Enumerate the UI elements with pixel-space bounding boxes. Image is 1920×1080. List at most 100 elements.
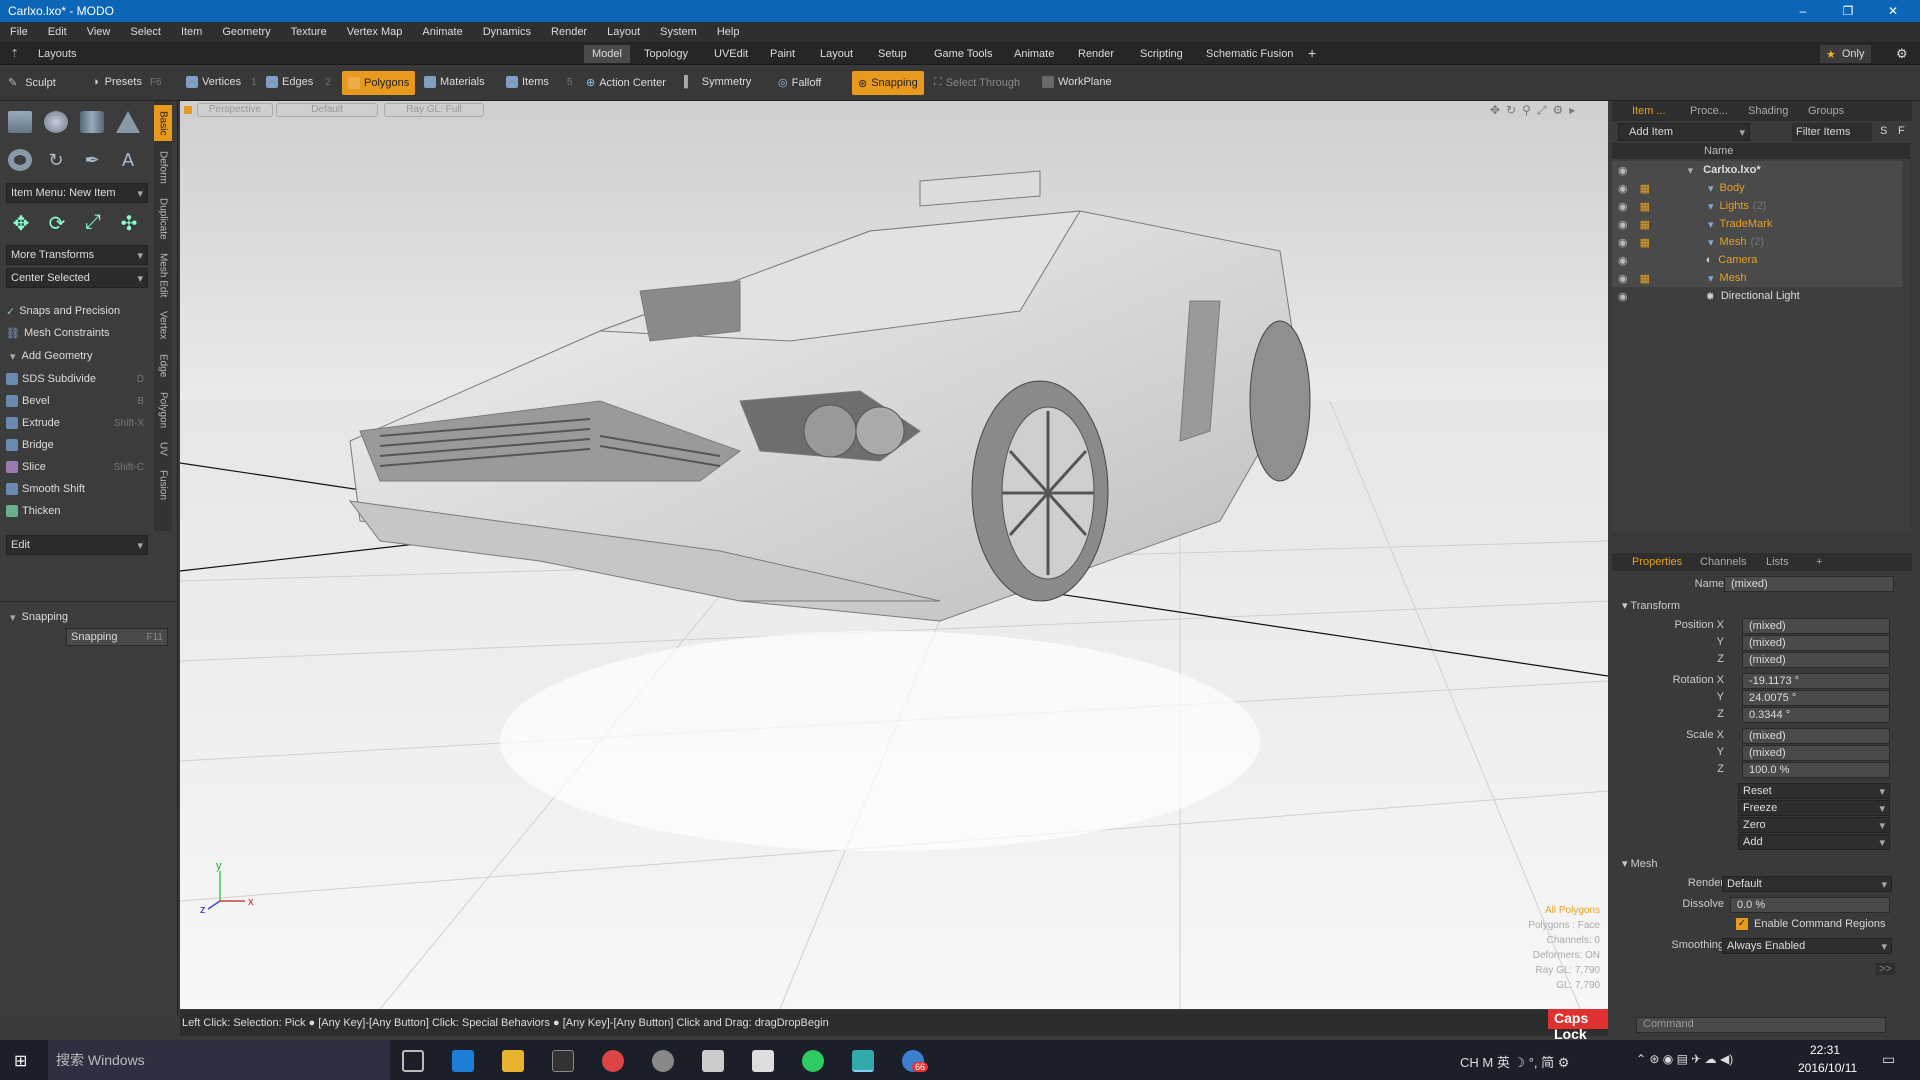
tool-smooth-shift[interactable]: Smooth Shift [6, 479, 148, 499]
tab-topology[interactable]: Topology [636, 45, 696, 63]
edges-button[interactable]: Edges 2 [266, 76, 331, 88]
windows-start-icon[interactable]: ⊞ [14, 1051, 27, 1071]
lock-icon[interactable]: ▦ [1640, 236, 1650, 249]
items-button[interactable]: Items 5 [506, 76, 572, 88]
rotation-z-field[interactable]: 0.3344 ° [1742, 707, 1890, 723]
workplane-button[interactable]: WorkPlane [1042, 76, 1112, 88]
menu-file[interactable]: File [0, 26, 38, 38]
scale-icon[interactable]: ⤢ [80, 211, 106, 237]
vtab-polygon[interactable]: Polygon [154, 387, 172, 433]
clock-time[interactable]: 22:31 [1810, 1043, 1840, 1057]
lock-icon[interactable]: ▦ [1640, 218, 1650, 231]
menu-select[interactable]: Select [120, 26, 171, 38]
tool-sds-subdivide[interactable]: SDS Subdivide D [6, 369, 148, 389]
menu-edit[interactable]: Edit [38, 26, 77, 38]
vtab-basic[interactable]: Basic [154, 105, 172, 141]
edit-dropdown[interactable]: Edit [6, 535, 148, 555]
rotation-y-field[interactable]: 24.0075 ° [1742, 690, 1890, 706]
menu-animate[interactable]: Animate [412, 26, 472, 38]
cylinder-icon[interactable] [80, 111, 104, 133]
tab-animate[interactable]: Animate [1006, 45, 1062, 63]
gear-icon[interactable]: ⚙ [1896, 45, 1908, 63]
sphere-icon[interactable] [44, 111, 68, 133]
tab-game-tools[interactable]: Game Tools [926, 45, 1001, 63]
menu-view[interactable]: View [77, 26, 121, 38]
eye-icon[interactable]: ◉ [1618, 254, 1628, 267]
pan-icon[interactable]: ✥ [1490, 103, 1500, 118]
lock-icon[interactable]: ▦ [1640, 272, 1650, 285]
tab-render[interactable]: Render [1070, 45, 1122, 63]
more-button[interactable]: >> [1876, 963, 1895, 975]
vtab-deform[interactable]: Deform [154, 145, 172, 189]
zoom-icon[interactable]: ⚲ [1522, 103, 1531, 118]
menu-render[interactable]: Render [541, 26, 597, 38]
scale-z-field[interactable]: 100.0 % [1742, 762, 1890, 778]
task-view-icon[interactable] [402, 1050, 424, 1072]
tab-groups[interactable]: Groups [1808, 105, 1844, 117]
search-box[interactable]: 搜索 Windows [48, 1040, 390, 1080]
unity-icon[interactable] [702, 1050, 724, 1072]
eye-icon[interactable]: ◉ [1618, 218, 1628, 231]
tool-bevel[interactable]: Bevel B [6, 391, 148, 411]
view-type-button[interactable]: Perspective [197, 103, 273, 117]
materials-button[interactable]: Materials [424, 76, 485, 88]
lock-icon[interactable]: ▦ [1640, 200, 1650, 213]
snapping-button[interactable]: ⊛ Snapping [852, 71, 924, 95]
shading-mode-button[interactable]: Default [276, 103, 378, 117]
name-field[interactable]: (mixed) [1724, 576, 1894, 592]
scale-x-field[interactable]: (mixed) [1742, 728, 1890, 744]
orbit-icon[interactable]: ↻ [1506, 103, 1516, 118]
transform-header[interactable]: ▾ Transform [1622, 599, 1680, 612]
tree-row-trademark[interactable]: ◉ ▦ ▾ TradeMark [1612, 215, 1902, 233]
cone-icon[interactable] [116, 111, 140, 133]
unity-icon-2[interactable] [752, 1050, 774, 1072]
more-transforms-dropdown[interactable]: More Transforms [6, 245, 148, 265]
tab-shading[interactable]: Shading [1748, 105, 1788, 117]
vtab-fusion[interactable]: Fusion [154, 465, 172, 505]
tab-properties[interactable]: Properties [1632, 556, 1682, 568]
eye-icon[interactable]: ◉ [1618, 290, 1628, 303]
sculpt-button[interactable]: ✎ Sculpt [8, 76, 56, 90]
enable-command-regions-checkbox[interactable]: ✓ Enable Command Regions [1736, 918, 1885, 930]
tree-row-root[interactable]: ◉ ▾ Carlxo.lxo* [1612, 161, 1902, 179]
menu-dynamics[interactable]: Dynamics [473, 26, 541, 38]
tray-icons[interactable]: ⌃ ⊛ ◉ ▤ ✈ ☁ ◀) [1636, 1052, 1733, 1066]
symmetry-button[interactable]: ▌ Symmetry [684, 76, 751, 88]
add-geometry-header[interactable]: ▾ Add Geometry [10, 346, 152, 366]
eye-icon[interactable]: ◉ [1618, 200, 1628, 213]
tree-row-mesh-2[interactable]: ◉ ▦ ▾ Mesh [1612, 269, 1902, 287]
smoothing-dropdown[interactable]: Always Enabled [1722, 938, 1892, 954]
tool-extrude[interactable]: Extrude Shift-X [6, 413, 148, 433]
position-y-field[interactable]: (mixed) [1742, 635, 1890, 651]
cube-icon[interactable] [8, 111, 32, 133]
tree-row-body[interactable]: ◉ ▦ ▾ Body [1612, 179, 1902, 197]
mesh-constraints-button[interactable]: ⛓ Mesh Constraints [6, 323, 148, 343]
clock-date[interactable]: 2016/10/11 [1798, 1061, 1857, 1075]
tab-schematic-fusion[interactable]: Schematic Fusion [1198, 45, 1301, 63]
modo-icon[interactable] [852, 1050, 874, 1072]
rotation-x-field[interactable]: -19.1173 ° [1742, 673, 1890, 689]
menu-help[interactable]: Help [707, 26, 750, 38]
tab-layout[interactable]: Layout [812, 45, 861, 63]
eye-icon[interactable]: ◉ [1618, 236, 1628, 249]
app-icon[interactable] [652, 1050, 674, 1072]
expand-arrow-icon[interactable]: ▾ [1688, 164, 1694, 177]
tool-thicken[interactable]: Thicken [6, 501, 148, 521]
tree-row-directional-light[interactable]: ◉ ✸ Directional Light [1612, 287, 1902, 305]
only-button[interactable]: ★ Only [1820, 45, 1871, 63]
tab-uvedit[interactable]: UVEdit [706, 45, 756, 63]
action-center-button[interactable]: ⊕ Action Center [586, 76, 666, 90]
position-x-field[interactable]: (mixed) [1742, 618, 1890, 634]
presets-button[interactable]: ◑ Presets F6 [92, 76, 162, 88]
vtab-mesh-edit[interactable]: Mesh Edit [154, 249, 172, 301]
vtab-duplicate[interactable]: Duplicate [154, 193, 172, 245]
tool-slice[interactable]: Slice Shift-C [6, 457, 148, 477]
menu-texture[interactable]: Texture [281, 26, 337, 38]
system-tray[interactable]: CH M 英 ☽ °, 简 ⚙ [1460, 1052, 1569, 1071]
menu-vertex-map[interactable]: Vertex Map [337, 26, 413, 38]
falloff-button[interactable]: ◎ Falloff [778, 76, 821, 90]
freeze-dropdown[interactable]: Freeze [1738, 800, 1890, 816]
filter-items-input[interactable]: Filter Items [1792, 123, 1872, 141]
dissolve-field[interactable]: 0.0 % [1730, 897, 1890, 913]
chrome-icon[interactable] [602, 1050, 624, 1072]
